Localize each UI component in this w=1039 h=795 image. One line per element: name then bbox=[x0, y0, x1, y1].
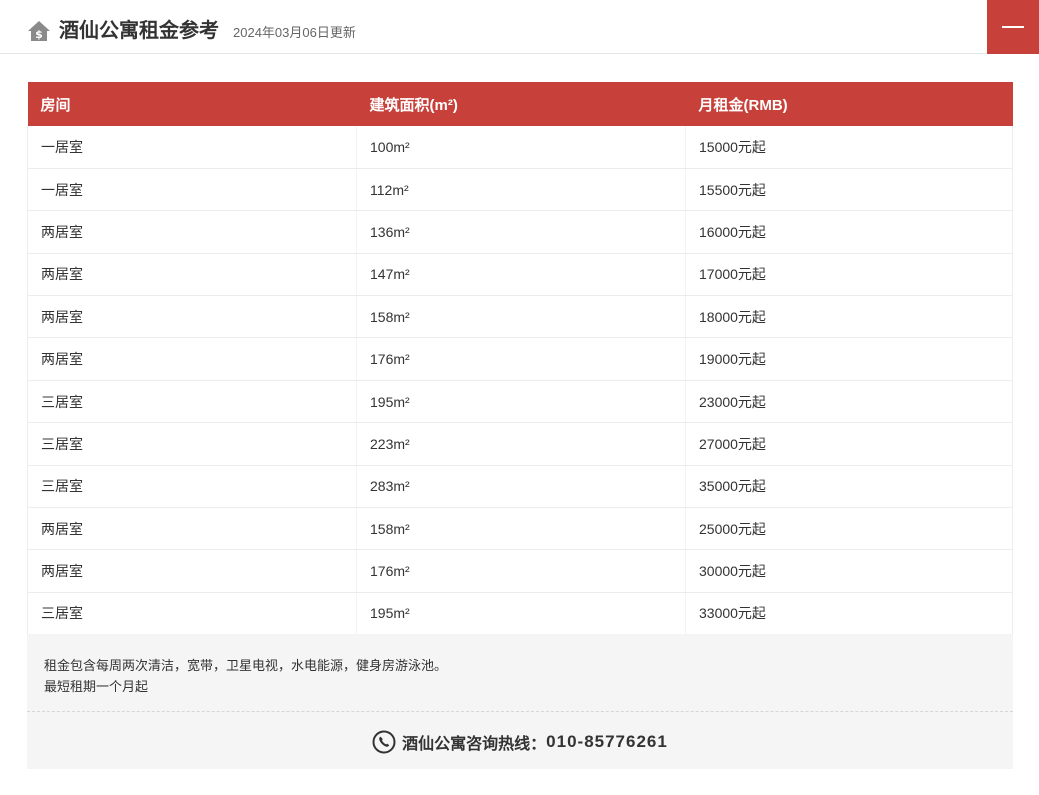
hotline-label: 酒仙公寓咨询热线： bbox=[402, 736, 547, 753]
table-row: 两居室 176m² 30000元起 bbox=[27, 549, 1013, 593]
column-header-rent: 月租金(RMB) bbox=[685, 82, 1013, 126]
table-row: 一居室 112m² 15500元起 bbox=[27, 168, 1013, 212]
table-row: 三居室 223m² 27000元起 bbox=[27, 422, 1013, 466]
phone-icon bbox=[372, 730, 396, 754]
table-header-row: 房间 建筑面积(m²) 月租金(RMB) bbox=[27, 82, 1013, 126]
notes-line-min-term: 最短租期一个月起 bbox=[44, 679, 149, 694]
table-row: 三居室 195m² 33000元起 bbox=[27, 592, 1013, 636]
room-type-cell: 一居室 bbox=[27, 168, 357, 212]
room-type-cell: 三居室 bbox=[27, 592, 357, 636]
area-cell: 176m² bbox=[356, 549, 686, 593]
area-cell: 136m² bbox=[356, 210, 686, 254]
room-type-cell: 两居室 bbox=[27, 210, 357, 254]
room-type-cell: 三居室 bbox=[27, 465, 357, 509]
table-row: 三居室 283m² 35000元起 bbox=[27, 465, 1013, 509]
room-type-cell: 两居室 bbox=[27, 295, 357, 339]
rent-cell: 25000元起 bbox=[685, 507, 1013, 551]
rent-cell: 17000元起 bbox=[685, 253, 1013, 297]
table-row: 两居室 136m² 16000元起 bbox=[27, 210, 1013, 254]
rent-cell: 35000元起 bbox=[685, 465, 1013, 509]
rent-table: 房间 建筑面积(m²) 月租金(RMB) 一居室 100m² 15000元起 一… bbox=[27, 82, 1013, 636]
table-row: 两居室 147m² 17000元起 bbox=[27, 253, 1013, 297]
room-type-cell: 两居室 bbox=[27, 507, 357, 551]
home-dollar-icon: $ bbox=[28, 21, 50, 41]
rent-table-container: 房间 建筑面积(m²) 月租金(RMB) 一居室 100m² 15000元起 一… bbox=[27, 82, 1013, 636]
update-date: 2024年03月06日更新 bbox=[233, 25, 356, 40]
table-row: 两居室 158m² 18000元起 bbox=[27, 295, 1013, 339]
column-header-room: 房间 bbox=[27, 82, 357, 126]
notes-line-included: 租金包含每周两次清洁，宽带，卫星电视，水电能源，健身房游泳池。 bbox=[44, 658, 448, 673]
hotline-link[interactable]: 酒仙公寓咨询热线： 010-85776261 bbox=[372, 730, 668, 754]
room-type-cell: 三居室 bbox=[27, 422, 357, 466]
area-cell: 158m² bbox=[356, 295, 686, 339]
area-cell: 283m² bbox=[356, 465, 686, 509]
table-row: 两居室 176m² 19000元起 bbox=[27, 337, 1013, 381]
hotline-number[interactable]: 010-85776261 bbox=[546, 732, 668, 752]
rent-cell: 23000元起 bbox=[685, 380, 1013, 424]
area-cell: 158m² bbox=[356, 507, 686, 551]
area-cell: 176m² bbox=[356, 337, 686, 381]
page-header: $ 酒仙公寓租金参考 2024年03月06日更新 bbox=[0, 0, 1039, 54]
hotline-bar: 酒仙公寓咨询热线： 010-85776261 bbox=[27, 711, 1013, 769]
area-cell: 112m² bbox=[356, 168, 686, 212]
rent-cell: 15500元起 bbox=[685, 168, 1013, 212]
table-row: 三居室 195m² 23000元起 bbox=[27, 380, 1013, 424]
rent-cell: 15000元起 bbox=[685, 126, 1013, 169]
table-row: 一居室 100m² 15000元起 bbox=[27, 126, 1013, 169]
room-type-cell: 一居室 bbox=[27, 126, 357, 169]
room-type-cell: 两居室 bbox=[27, 253, 357, 297]
area-cell: 147m² bbox=[356, 253, 686, 297]
menu-button[interactable] bbox=[987, 0, 1039, 54]
room-type-cell: 两居室 bbox=[27, 549, 357, 593]
rent-cell: 27000元起 bbox=[685, 422, 1013, 466]
room-type-cell: 两居室 bbox=[27, 337, 357, 381]
menu-icon bbox=[1002, 26, 1024, 28]
rent-cell: 18000元起 bbox=[685, 295, 1013, 339]
rent-cell: 33000元起 bbox=[685, 592, 1013, 636]
rent-cell: 30000元起 bbox=[685, 549, 1013, 593]
column-header-area: 建筑面积(m²) bbox=[356, 82, 686, 126]
rent-cell: 16000元起 bbox=[685, 210, 1013, 254]
room-type-cell: 三居室 bbox=[27, 380, 357, 424]
area-cell: 195m² bbox=[356, 380, 686, 424]
rent-cell: 19000元起 bbox=[685, 337, 1013, 381]
page-title: 酒仙公寓租金参考 bbox=[59, 20, 219, 42]
area-cell: 100m² bbox=[356, 126, 686, 169]
svg-text:$: $ bbox=[35, 28, 43, 41]
table-row: 两居室 158m² 25000元起 bbox=[27, 507, 1013, 551]
rent-notes: 租金包含每周两次清洁，宽带，卫星电视，水电能源，健身房游泳池。 最短租期一个月起 bbox=[27, 634, 1013, 711]
area-cell: 195m² bbox=[356, 592, 686, 636]
area-cell: 223m² bbox=[356, 422, 686, 466]
